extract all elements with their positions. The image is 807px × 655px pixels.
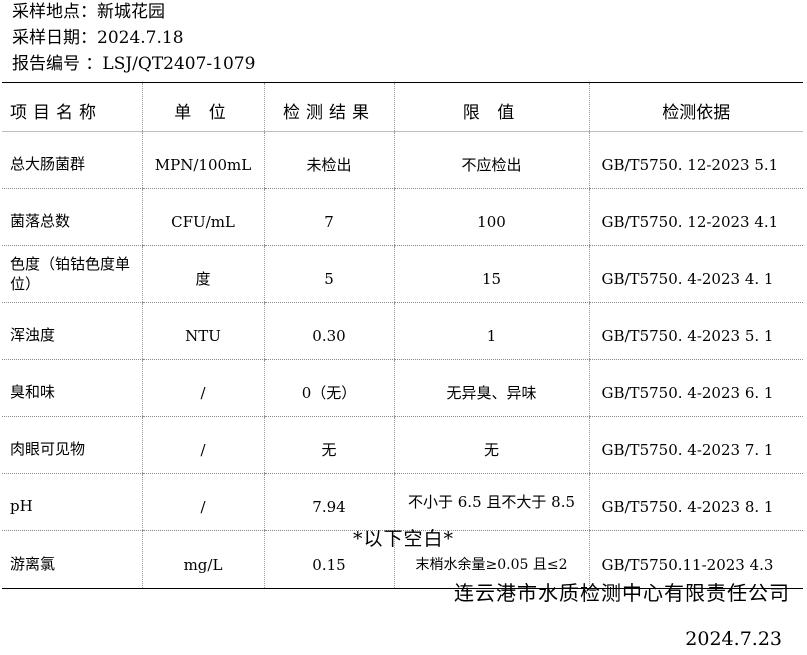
table-row: pH / 7.94 不小于 6.5 且不大于 8.5 GB/T5750. 4-2… bbox=[2, 473, 803, 531]
cell-basis: GB/T5750. 4-2023 4. 1 bbox=[588, 245, 803, 303]
report-date: 2024.7.23 bbox=[685, 628, 782, 650]
sampling-date: 采样日期：2024.7.18 bbox=[12, 28, 184, 48]
table-row: 总大肠菌群 MPN/100mL 未检出 不应检出 GB/T5750. 12-20… bbox=[2, 131, 803, 189]
cell-basis: GB/T5750. 4-2023 5. 1 bbox=[588, 302, 803, 360]
cell-limit: 15 bbox=[393, 245, 589, 303]
cell-result: 无 bbox=[263, 416, 394, 474]
cell-item: 菌落总数 bbox=[2, 188, 142, 246]
table-row: 浑浊度 NTU 0.30 1 GB/T5750. 4-2023 5. 1 bbox=[2, 302, 803, 360]
cell-unit: MPN/100mL bbox=[141, 131, 264, 189]
cell-result: 0（无） bbox=[263, 359, 394, 417]
column-header-basis: 检测依据 bbox=[588, 82, 803, 132]
table-row: 色度（铂钴色度单位） 度 5 15 GB/T5750. 4-2023 4. 1 bbox=[2, 245, 803, 303]
cell-basis: GB/T5750. 12-2023 4.1 bbox=[588, 188, 803, 246]
cell-limit: 无 bbox=[393, 416, 589, 474]
table-row: 肉眼可见物 / 无 无 GB/T5750. 4-2023 7. 1 bbox=[2, 416, 803, 474]
cell-basis: GB/T5750. 4-2023 6. 1 bbox=[588, 359, 803, 417]
table-header-row: 项目名称 单 位 检测结果 限 值 检测依据 bbox=[2, 82, 803, 132]
column-header-result: 检测结果 bbox=[263, 82, 394, 132]
cell-basis: GB/T5750. 12-2023 5.1 bbox=[588, 131, 803, 189]
cell-limit: 不应检出 bbox=[393, 131, 589, 189]
cell-limit: 无异臭、异味 bbox=[393, 359, 589, 417]
cell-result: 7 bbox=[263, 188, 394, 246]
cell-basis: GB/T5750. 4-2023 8. 1 bbox=[588, 473, 803, 531]
table-row: 菌落总数 CFU/mL 7 100 GB/T5750. 12-2023 4.1 bbox=[2, 188, 803, 246]
company-name: 连云港市水质检测中心有限责任公司 bbox=[454, 581, 790, 605]
cell-limit: 不小于 6.5 且不大于 8.5 bbox=[393, 473, 589, 531]
cell-item: 臭和味 bbox=[2, 359, 142, 417]
column-header-item: 项目名称 bbox=[2, 82, 142, 132]
table-row: 臭和味 / 0（无） 无异臭、异味 GB/T5750. 4-2023 6. 1 bbox=[2, 359, 803, 417]
cell-item: 总大肠菌群 bbox=[2, 131, 142, 189]
cell-unit: / bbox=[141, 473, 264, 531]
results-table-container: 项目名称 单 位 检测结果 限 值 检测依据 总大肠菌群 MPN/100mL 未… bbox=[2, 82, 803, 589]
cell-unit: 度 bbox=[141, 245, 264, 303]
cell-result: 0.30 bbox=[263, 302, 394, 360]
column-header-unit: 单 位 bbox=[141, 82, 264, 132]
cell-unit: / bbox=[141, 416, 264, 474]
cell-result: 7.94 bbox=[263, 473, 394, 531]
cell-limit: 1 bbox=[393, 302, 589, 360]
report-number: 报告编号 ：LSJ/QT2407-1079 bbox=[12, 54, 256, 74]
cell-result: 5 bbox=[263, 245, 394, 303]
cell-item: pH bbox=[2, 473, 142, 531]
cell-item: 浑浊度 bbox=[2, 302, 142, 360]
cell-result: 未检出 bbox=[263, 131, 394, 189]
cell-limit: 100 bbox=[393, 188, 589, 246]
cell-unit: / bbox=[141, 359, 264, 417]
results-table: 项目名称 单 位 检测结果 限 值 检测依据 总大肠菌群 MPN/100mL 未… bbox=[2, 82, 803, 589]
sampling-location: 采样地点：新城花园 bbox=[12, 2, 165, 22]
blank-below-note: *以下空白* bbox=[352, 528, 454, 550]
cell-basis: GB/T5750. 4-2023 7. 1 bbox=[588, 416, 803, 474]
cell-unit: NTU bbox=[141, 302, 264, 360]
cell-item: 色度（铂钴色度单位） bbox=[2, 245, 142, 303]
cell-item: 肉眼可见物 bbox=[2, 416, 142, 474]
cell-unit: CFU/mL bbox=[141, 188, 264, 246]
column-header-limit: 限 值 bbox=[393, 82, 589, 132]
